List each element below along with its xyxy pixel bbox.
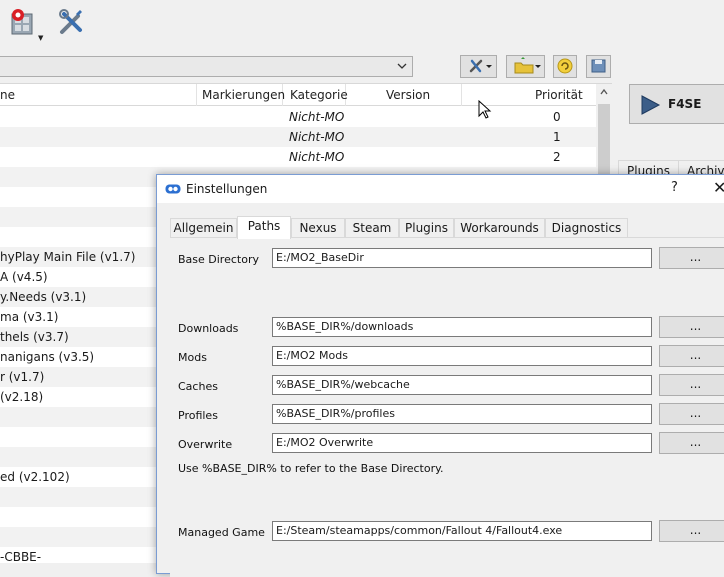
profile-select[interactable] [0, 56, 413, 77]
tools-icon[interactable] [56, 6, 88, 38]
mouse-cursor-icon [478, 100, 492, 119]
mod-priority-cell: 2 [553, 150, 561, 164]
open-folder-button[interactable] [506, 55, 545, 78]
tools-menu-button[interactable] [460, 55, 497, 78]
help-button[interactable]: ? [671, 180, 678, 195]
paths-tab-panel: Base Directory E:/MO2_BaseDir ... Downlo… [170, 237, 724, 577]
mod-list-header: ne Markierungen Kategorie Version Priori… [0, 84, 596, 106]
mod-category-cell: Nicht-MO [289, 130, 345, 144]
base-dir-hint: Use %BASE_DIR% to refer to the Base Dire… [178, 462, 444, 475]
mods-field[interactable]: E:/MO2 Mods [272, 346, 652, 366]
managed-game-label: Managed Game [178, 526, 265, 539]
main-toolbar: ▼ [0, 0, 724, 48]
mod-category-cell: Nicht-MO [289, 110, 345, 124]
tab-workarounds[interactable]: Workarounds [454, 218, 545, 238]
table-row[interactable]: Nicht-MO 0 [0, 107, 596, 127]
app-icon [165, 184, 181, 194]
tab-paths[interactable]: Paths [237, 216, 291, 239]
column-version-header[interactable]: Version [346, 84, 462, 106]
create-backup-button[interactable] [586, 55, 611, 78]
column-name-header[interactable]: ne [0, 84, 197, 106]
overwrite-field[interactable]: E:/MO2 Overwrite [272, 433, 652, 453]
mods-browse-button[interactable]: ... [659, 345, 724, 367]
column-kategorie-header[interactable]: Kategorie [283, 84, 348, 106]
overwrite-label: Overwrite [178, 438, 233, 451]
profiles-browse-button[interactable]: ... [659, 403, 724, 425]
profiles-field[interactable]: %BASE_DIR%/profiles [272, 404, 652, 424]
dialog-title: Einstellungen [186, 182, 268, 196]
wrench-icon [469, 59, 492, 73]
base-directory-label: Base Directory [178, 253, 259, 266]
executables-icon[interactable] [8, 6, 40, 38]
mod-priority-cell: 0 [553, 110, 561, 124]
table-row[interactable]: Nicht-MO 2 [0, 147, 596, 167]
mod-name-cell: -CBBE- [0, 550, 42, 564]
mod-name-cell: ma (v3.1) [0, 310, 59, 324]
folder-icon [514, 57, 541, 74]
mod-name-cell: ed (v2.102) [0, 470, 70, 484]
mod-name-cell: r (v1.7) [0, 370, 45, 384]
chevron-down-icon [397, 63, 407, 69]
mods-label: Mods [178, 351, 207, 364]
table-row[interactable]: Nicht-MO 1 [0, 127, 596, 147]
overwrite-browse-button[interactable]: ... [659, 432, 724, 454]
caches-label: Caches [178, 380, 218, 393]
caches-browse-button[interactable]: ... [659, 374, 724, 396]
run-executable-label: F4SE [668, 97, 702, 111]
mod-priority-cell: 1 [553, 130, 561, 144]
tab-diagnostics[interactable]: Diagnostics [545, 218, 628, 238]
base-directory-field[interactable]: E:/MO2_BaseDir [272, 248, 652, 268]
mod-name-cell: (v2.18) [0, 390, 44, 404]
save-icon [591, 59, 606, 73]
mod-name-cell: nanigans (v3.5) [0, 350, 95, 364]
downloads-field[interactable]: %BASE_DIR%/downloads [272, 317, 652, 337]
downloads-browse-button[interactable]: ... [659, 316, 724, 338]
dialog-title-bar[interactable]: Einstellungen ? ✕ [157, 175, 724, 203]
tab-plugins[interactable]: Plugins [399, 218, 454, 238]
scroll-up-icon[interactable] [598, 86, 610, 98]
mod-name-cell: hyPlay Main File (v1.7) [0, 250, 136, 264]
profiles-label: Profiles [178, 409, 218, 422]
dropdown-caret-icon[interactable]: ▼ [38, 34, 43, 42]
downloads-label: Downloads [178, 322, 239, 335]
tab-allgemein[interactable]: Allgemein [170, 218, 237, 238]
column-markierungen-header[interactable]: Markierungen [197, 84, 285, 106]
managed-game-field[interactable]: E:/Steam/steamapps/common/Fallout 4/Fall… [272, 521, 652, 541]
mod-name-cell: y.Needs (v3.1) [0, 290, 87, 304]
restore-backup-button[interactable] [553, 55, 577, 78]
tab-nexus[interactable]: Nexus [291, 218, 345, 238]
run-executable-button[interactable]: F4SE [629, 84, 724, 124]
caches-field[interactable]: %BASE_DIR%/webcache [272, 375, 652, 395]
settings-dialog: Einstellungen ? ✕ Allgemein Paths Nexus … [156, 174, 724, 577]
mod-name-cell: A (v4.5) [0, 270, 48, 284]
mod-category-cell: Nicht-MO [289, 150, 345, 164]
managed-game-browse-button[interactable]: ... [659, 520, 724, 542]
close-button[interactable]: ✕ [713, 178, 724, 197]
mod-name-cell: thels (v3.7) [0, 330, 69, 344]
tab-steam[interactable]: Steam [345, 218, 399, 238]
undo-icon [557, 58, 573, 74]
play-arrow-icon [641, 95, 661, 115]
base-directory-browse-button[interactable]: ... [659, 247, 724, 269]
